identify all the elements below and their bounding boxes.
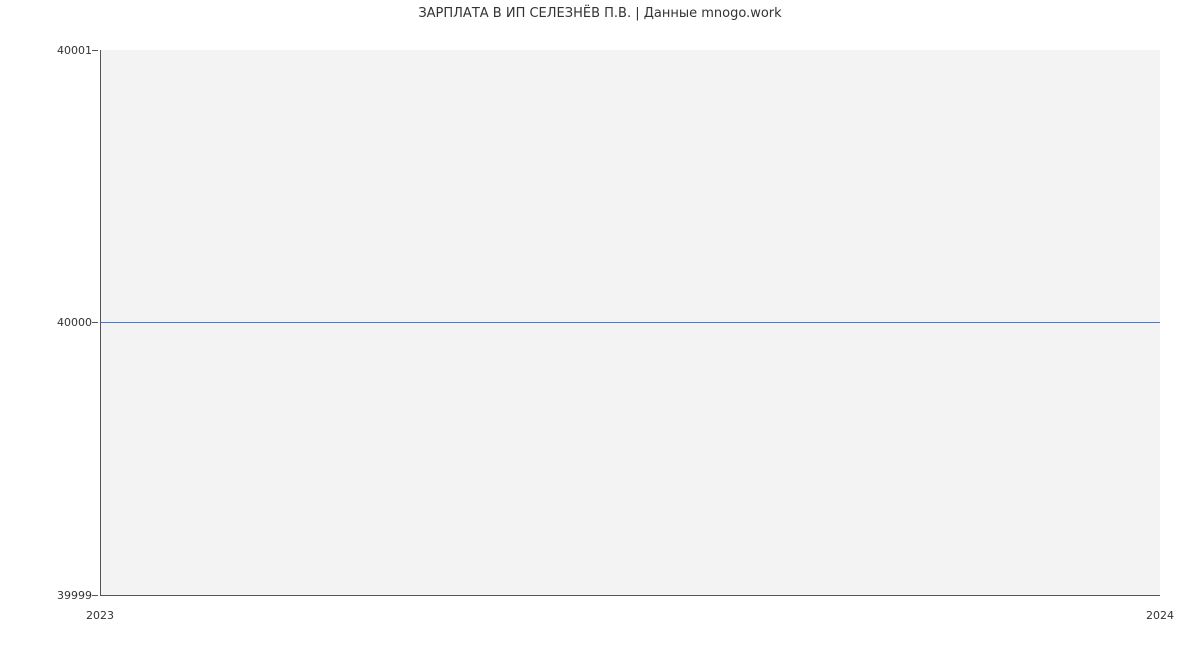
x-tick-label: 2023 — [70, 610, 130, 621]
y-axis — [100, 50, 101, 595]
x-tick-label: 2024 — [1130, 610, 1190, 621]
y-tick — [92, 595, 98, 596]
y-tick — [92, 50, 98, 51]
y-tick — [92, 322, 98, 323]
chart-container: ЗАРПЛАТА В ИП СЕЛЕЗНЁВ П.В. | Данные mno… — [0, 0, 1200, 650]
y-tick-label: 40001 — [12, 45, 92, 56]
y-tick-label: 39999 — [12, 590, 92, 601]
data-line — [100, 322, 1160, 323]
x-axis — [100, 595, 1160, 596]
y-tick-label: 40000 — [12, 317, 92, 328]
chart-title: ЗАРПЛАТА В ИП СЕЛЕЗНЁВ П.В. | Данные mno… — [0, 6, 1200, 21]
